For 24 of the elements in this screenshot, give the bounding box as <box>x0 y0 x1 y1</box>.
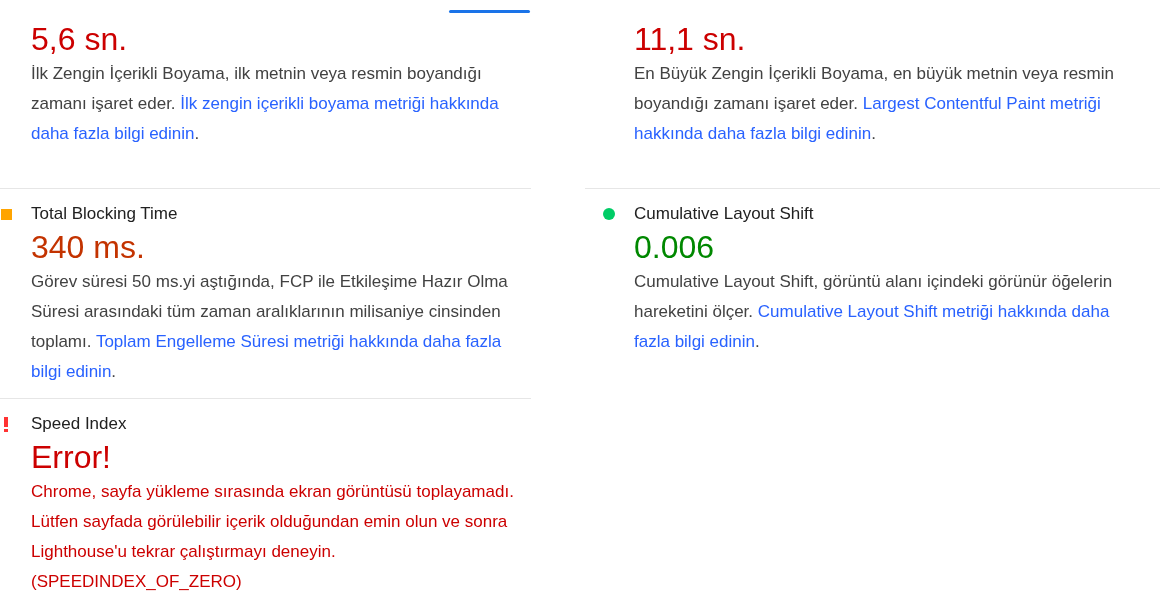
learn-more-link[interactable]: Cumulative Layout Shift metriği hakkında daha <box>757 302 1110 321</box>
exclamation-icon <box>4 416 8 432</box>
metric-title: Speed Index <box>31 413 127 435</box>
metric-description: Cumulative Layout Shift, görüntü alanı içindeki görünür öğelerin hareketini ölçer. Cumulative Layout Shift metriği hakkında daha fazla bilgi edinin. <box>634 271 1114 353</box>
metric-value: Error! <box>31 438 112 477</box>
learn-more-link[interactable]: bilgi edinin <box>31 362 112 381</box>
metric-value: 0.006 <box>634 228 716 267</box>
metric-value: 11,1 sn. <box>634 20 747 59</box>
metric-description: En Büyük Zengin İçerikli Boyama, en büyük metnin veya resmin boyandığı zamanı işaret eder. Largest Contentful Paint metriği hakkında daha fazla bilgi edinin. <box>634 63 1115 145</box>
metric-description: İlk Zengin İçerikli Boyama, ilk metnin veya resmin boyandığı zamanı işaret eder. İlk zengin içerikli boyama metriği hakkında daha fazla bilgi edinin. <box>31 63 500 145</box>
metric-value: 340 ms. <box>31 228 146 267</box>
learn-more-link[interactable]: daha fazla bilgi edinin <box>31 124 195 143</box>
dot-icon <box>603 208 615 220</box>
learn-more-link[interactable]: hakkında daha fazla bilgi edinin <box>634 124 872 143</box>
square-icon <box>0 208 12 220</box>
metric-value: 5,6 sn. <box>31 20 129 59</box>
metric-title: Cumulative Layout Shift <box>634 203 814 225</box>
metric-description: Chrome, sayfa yükleme sırasında ekran görüntüsü toplayamadı. Lütfen sayfada görülebilir içerik olduğundan emin olun ve sonra Lighthouse'u tekrar çalıştırmayı deneyin. (SPEEDINDEX_OF_ZERO) <box>31 481 515 593</box>
learn-more-link[interactable]: Toplam Engelleme Süresi metriği hakkında daha fazla <box>95 332 502 351</box>
learn-more-link[interactable]: İlk zengin içerikli boyama metriği hakkında <box>180 94 499 113</box>
metric-title: Total Blocking Time <box>31 203 178 225</box>
learn-more-link[interactable]: fazla bilgi edinin <box>634 332 755 351</box>
learn-more-link[interactable]: Largest Contentful Paint metriği <box>862 94 1101 113</box>
metric-description: Görev süresi 50 ms.yi aştığında, FCP ile Etkileşime Hazır Olma Süresi arasındaki tüm zaman aralıklarının milisaniye cinsinden toplamı. Toplam Engelleme Süresi metriği hakkında daha fazla bilgi edinin. <box>31 271 509 383</box>
